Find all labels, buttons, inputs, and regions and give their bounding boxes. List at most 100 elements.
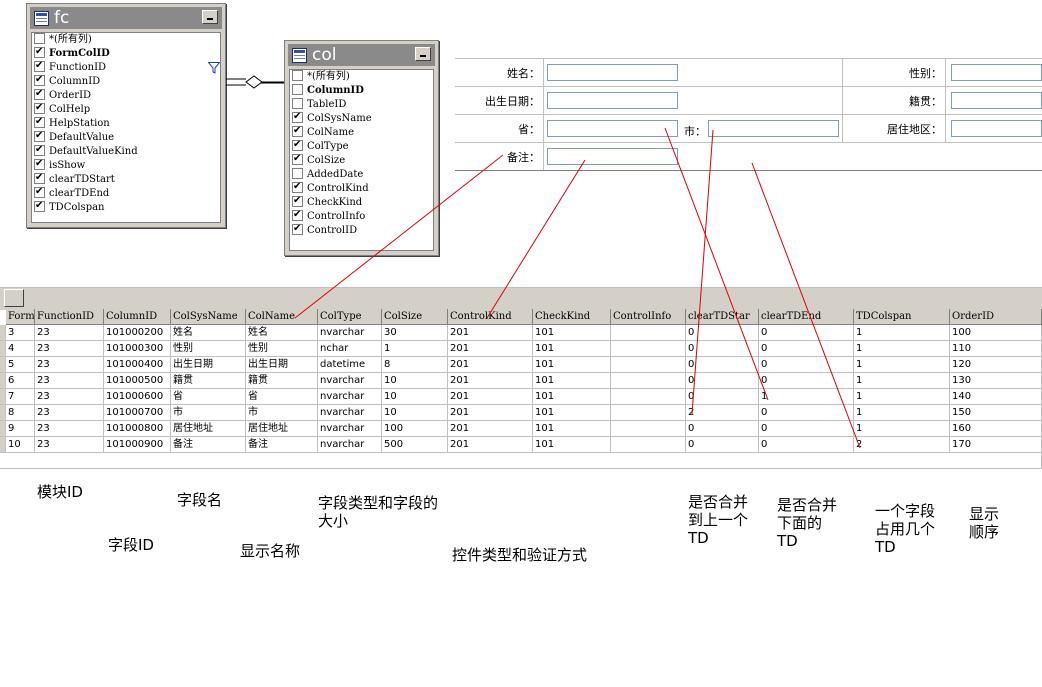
field-checkbox[interactable] bbox=[292, 152, 303, 166]
table-cell[interactable]: 201 bbox=[448, 437, 533, 453]
fc-field-item[interactable]: ColumnID bbox=[34, 73, 100, 89]
table-cell[interactable]: 160 bbox=[950, 421, 1042, 437]
table-cell[interactable]: 101000300 bbox=[104, 341, 171, 357]
column-header[interactable]: TDColspan bbox=[854, 309, 950, 325]
table-cell[interactable]: 0 bbox=[686, 421, 759, 437]
table-cell[interactable]: 101 bbox=[533, 325, 611, 341]
province-input[interactable] bbox=[547, 120, 678, 137]
address-input[interactable] bbox=[951, 120, 1042, 137]
table-cell[interactable]: 1 bbox=[854, 389, 950, 405]
table-cell[interactable]: 101 bbox=[533, 341, 611, 357]
table-cell[interactable]: 省 bbox=[171, 389, 246, 405]
table-cell[interactable]: 4 bbox=[6, 341, 35, 357]
table-cell[interactable]: nvarchar bbox=[318, 389, 382, 405]
table-cell[interactable]: nvarchar bbox=[318, 437, 382, 453]
table-cell[interactable]: 居住地址 bbox=[246, 421, 318, 437]
table-cell[interactable]: 2 bbox=[686, 405, 759, 421]
table-cell[interactable]: 0 bbox=[686, 357, 759, 373]
fc-field-list[interactable]: *(所有列) FormColID FunctionID ColumnID OrderID… bbox=[31, 32, 221, 223]
table-cell[interactable]: 市 bbox=[246, 405, 318, 421]
field-checkbox[interactable] bbox=[292, 98, 303, 109]
table-cell[interactable]: 101 bbox=[533, 373, 611, 389]
table-cell[interactable]: nchar bbox=[318, 341, 382, 357]
table-cell[interactable] bbox=[611, 437, 686, 453]
column-header[interactable]: Form bbox=[6, 309, 35, 325]
table-cell[interactable]: 出生日期 bbox=[171, 357, 246, 373]
fc-field-item[interactable]: clearTDStart bbox=[34, 171, 115, 187]
table-cell[interactable]: 10 bbox=[382, 373, 448, 389]
col-table-window[interactable]: col *(所有列) ColumnID TableID ColSysName ColNa… bbox=[284, 40, 439, 256]
new-row[interactable] bbox=[0, 453, 1042, 469]
table-cell[interactable]: 120 bbox=[950, 357, 1042, 373]
table-cell[interactable]: 1 bbox=[854, 325, 950, 341]
table-cell[interactable]: 0 bbox=[759, 437, 854, 453]
col-field-item[interactable]: AddedDate bbox=[292, 168, 363, 182]
column-header[interactable]: clearTDStar bbox=[686, 309, 759, 325]
table-cell[interactable]: nvarchar bbox=[318, 405, 382, 421]
table-cell[interactable]: 201 bbox=[448, 389, 533, 405]
column-header[interactable]: OrderID bbox=[950, 309, 1042, 325]
table-cell[interactable]: 10 bbox=[382, 389, 448, 405]
fc-field-item[interactable]: HelpStation bbox=[34, 115, 110, 131]
fc-field-item[interactable]: DefaultValue bbox=[34, 129, 114, 145]
table-cell[interactable]: 居住地址 bbox=[171, 421, 246, 437]
table-cell[interactable] bbox=[611, 325, 686, 341]
table-cell[interactable]: 23 bbox=[35, 373, 104, 389]
table-cell[interactable] bbox=[611, 405, 686, 421]
table-cell[interactable]: 0 bbox=[759, 421, 854, 437]
table-cell[interactable]: 0 bbox=[759, 405, 854, 421]
note-input[interactable] bbox=[547, 148, 678, 165]
table-cell[interactable]: 150 bbox=[950, 405, 1042, 421]
table-cell[interactable]: 201 bbox=[448, 325, 533, 341]
field-checkbox[interactable] bbox=[292, 222, 303, 236]
column-header[interactable]: FunctionID bbox=[35, 309, 104, 325]
table-cell[interactable]: 23 bbox=[35, 421, 104, 437]
table-cell[interactable]: 201 bbox=[448, 421, 533, 437]
name-input[interactable] bbox=[547, 64, 678, 81]
table-cell[interactable]: 0 bbox=[686, 389, 759, 405]
table-cell[interactable]: 姓名 bbox=[246, 325, 318, 341]
field-checkbox[interactable] bbox=[292, 84, 303, 95]
table-cell[interactable]: 140 bbox=[950, 389, 1042, 405]
gender-input[interactable] bbox=[951, 64, 1042, 81]
table-cell[interactable]: 23 bbox=[35, 357, 104, 373]
field-checkbox[interactable] bbox=[34, 115, 45, 129]
col-field-item[interactable]: ColSysName bbox=[292, 110, 372, 126]
table-cell[interactable]: 1 bbox=[759, 389, 854, 405]
column-header[interactable]: CheckKind bbox=[533, 309, 611, 325]
city-input[interactable] bbox=[708, 120, 839, 137]
table-cell[interactable]: 7 bbox=[6, 389, 35, 405]
fc-field-item[interactable]: TDColspan bbox=[34, 199, 105, 215]
table-cell[interactable]: 6 bbox=[6, 373, 35, 389]
field-checkbox[interactable] bbox=[34, 101, 45, 115]
col-field-item[interactable]: ColumnID bbox=[292, 84, 364, 98]
field-checkbox[interactable] bbox=[34, 87, 45, 101]
table-cell[interactable] bbox=[611, 373, 686, 389]
table-cell[interactable]: 0 bbox=[686, 341, 759, 357]
grid-nav-button[interactable] bbox=[4, 289, 24, 307]
minimize-button[interactable] bbox=[202, 10, 218, 24]
column-header[interactable]: ColName bbox=[246, 309, 318, 325]
table-cell[interactable]: 1 bbox=[854, 373, 950, 389]
table-cell[interactable]: 500 bbox=[382, 437, 448, 453]
fc-field-item[interactable]: FunctionID bbox=[34, 59, 106, 75]
table-cell[interactable]: 201 bbox=[448, 357, 533, 373]
col-field-item[interactable]: ControlID bbox=[292, 222, 357, 238]
table-cell[interactable]: 201 bbox=[448, 373, 533, 389]
birth-date-input[interactable] bbox=[547, 92, 678, 109]
table-cell[interactable]: 0 bbox=[759, 325, 854, 341]
table-cell[interactable]: 0 bbox=[759, 373, 854, 389]
table-cell[interactable]: 170 bbox=[950, 437, 1042, 453]
table-cell[interactable]: 8 bbox=[382, 357, 448, 373]
column-header[interactable]: ControlInfo bbox=[611, 309, 686, 325]
col-field-item[interactable]: *(所有列) bbox=[292, 70, 350, 84]
field-checkbox[interactable] bbox=[34, 73, 45, 87]
table-cell[interactable]: 101 bbox=[533, 357, 611, 373]
table-cell[interactable]: 9 bbox=[6, 421, 35, 437]
field-checkbox[interactable] bbox=[292, 208, 303, 222]
field-checkbox[interactable] bbox=[34, 45, 45, 59]
table-cell[interactable]: 5 bbox=[6, 357, 35, 373]
table-cell[interactable]: 100 bbox=[382, 421, 448, 437]
table-cell[interactable]: 姓名 bbox=[171, 325, 246, 341]
field-checkbox[interactable] bbox=[292, 168, 303, 179]
